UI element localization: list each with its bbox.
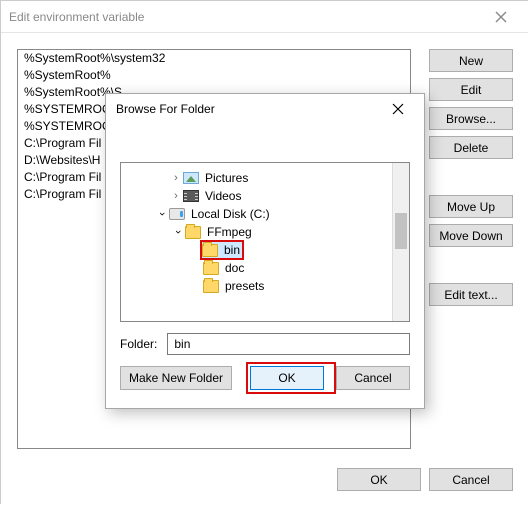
tree-node-presets[interactable]: presets [121, 277, 392, 295]
videos-icon [183, 190, 199, 202]
tree-scrollbar[interactable] [392, 163, 409, 321]
make-new-folder-button[interactable]: Make New Folder [120, 366, 232, 390]
expand-icon[interactable]: › [169, 187, 183, 205]
browse-button-row: Make New Folder OK Cancel [120, 362, 410, 394]
cancel-button[interactable]: Cancel [429, 468, 513, 491]
browse-cancel-button[interactable]: Cancel [336, 366, 410, 390]
titlebar: Edit environment variable [1, 1, 528, 33]
folder-row: Folder: [120, 332, 410, 356]
browse-button[interactable]: Browse... [429, 107, 513, 130]
close-icon [495, 11, 507, 23]
dialog-footer: OK Cancel [337, 468, 513, 491]
move-up-button[interactable]: Move Up [429, 195, 513, 218]
tree-label: Videos [205, 187, 241, 205]
folder-icon [203, 280, 219, 293]
tree-label: Pictures [205, 169, 248, 187]
side-buttons: New Edit Browse... Delete Move Up Move D… [429, 49, 513, 306]
tree-label: bin [224, 241, 240, 259]
browse-titlebar: Browse For Folder [106, 94, 424, 124]
ok-highlight: OK [246, 362, 336, 394]
expand-icon[interactable]: › [169, 169, 183, 187]
edit-environment-window: Edit environment variable %SystemRoot%\s… [0, 0, 528, 504]
tree-label: doc [225, 259, 244, 277]
list-item[interactable]: %SystemRoot% [18, 67, 410, 84]
tree-node-doc[interactable]: doc [121, 259, 392, 277]
scrollbar-thumb[interactable] [395, 213, 407, 249]
tree-node-bin[interactable]: bin [121, 241, 392, 259]
folder-input[interactable] [167, 333, 410, 355]
window-title: Edit environment variable [9, 10, 481, 24]
folder-label: Folder: [120, 337, 157, 351]
tree-node-pictures[interactable]: › Pictures [121, 169, 392, 187]
tree-label: Local Disk (C:) [191, 205, 270, 223]
pictures-icon [183, 172, 199, 184]
tree-node-local-disk[interactable]: › Local Disk (C:) [121, 205, 392, 223]
browse-title: Browse For Folder [116, 102, 382, 116]
folder-tree[interactable]: › Pictures › Videos › Local Disk (C:) › [120, 162, 410, 322]
list-item[interactable]: %SystemRoot%\system32 [18, 50, 410, 67]
disk-icon [169, 208, 185, 220]
delete-button[interactable]: Delete [429, 136, 513, 159]
tree-label: presets [225, 277, 264, 295]
tree-node-ffmpeg[interactable]: › FFmpeg [121, 223, 392, 241]
edit-text-button[interactable]: Edit text... [429, 283, 513, 306]
browse-ok-button[interactable]: OK [250, 366, 324, 390]
tree-label: FFmpeg [207, 223, 252, 241]
move-down-button[interactable]: Move Down [429, 224, 513, 247]
close-button[interactable] [481, 3, 521, 31]
folder-icon [202, 244, 218, 257]
new-button[interactable]: New [429, 49, 513, 72]
close-icon [392, 103, 404, 115]
ok-button[interactable]: OK [337, 468, 421, 491]
tree-node-videos[interactable]: › Videos [121, 187, 392, 205]
browse-for-folder-dialog: Browse For Folder › Pictures › Videos › [105, 93, 425, 409]
browse-close-button[interactable] [382, 95, 414, 123]
folder-icon [185, 226, 201, 239]
folder-icon [203, 262, 219, 275]
tree-body: › Pictures › Videos › Local Disk (C:) › [121, 163, 392, 321]
edit-button[interactable]: Edit [429, 78, 513, 101]
